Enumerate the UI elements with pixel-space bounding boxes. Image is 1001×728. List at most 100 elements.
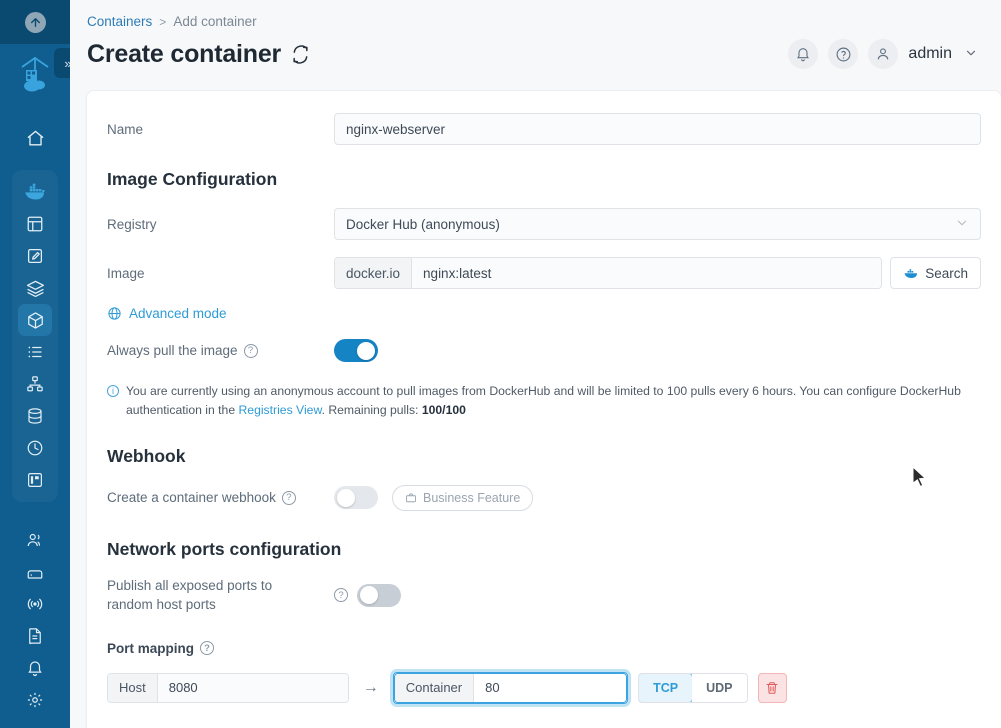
webhook-label-group: Create a container webhook ? xyxy=(107,490,334,505)
trash-icon xyxy=(766,682,778,694)
toggle-knob xyxy=(357,341,375,360)
sidebar: » xyxy=(0,0,70,728)
header-actions: admin xyxy=(788,39,984,69)
registries-view-link[interactable]: Registries View xyxy=(238,403,321,417)
always-pull-label: Always pull the image xyxy=(107,343,238,358)
breadcrumb-current: Add container xyxy=(173,14,257,29)
sidebar-item-events[interactable] xyxy=(18,432,52,464)
sidebar-item-host[interactable] xyxy=(18,464,52,496)
help-icon[interactable]: ? xyxy=(200,641,214,656)
refresh-sync-icon[interactable] xyxy=(291,44,310,64)
sidebar-item-stacks[interactable] xyxy=(18,272,52,304)
mapping-arrow-icon: → xyxy=(362,678,379,696)
avatar[interactable] xyxy=(868,39,899,69)
registry-selected-value: Docker Hub (anonymous) xyxy=(346,216,500,232)
delete-port-mapping-button[interactable] xyxy=(757,672,787,703)
sidebar-item-images[interactable] xyxy=(18,336,52,368)
sidebar-environment-group xyxy=(12,170,58,502)
image-configuration-title: Image Configuration xyxy=(107,169,278,189)
notifications-button[interactable] xyxy=(788,39,819,69)
briefcase-icon xyxy=(405,492,417,504)
broadcast-icon xyxy=(27,598,43,610)
create-container-form-card: Name Image Configuration Registry Docker… xyxy=(86,90,1001,728)
container-port-focus-ring: Container xyxy=(392,671,629,704)
layers-icon xyxy=(26,280,44,297)
always-pull-toggle[interactable] xyxy=(334,339,378,362)
publish-label-line2: random host ports xyxy=(107,597,216,613)
home-icon xyxy=(27,130,43,146)
question-circle-icon xyxy=(836,47,851,61)
toggle-knob xyxy=(336,488,355,507)
users-icon xyxy=(27,533,41,547)
help-icon[interactable]: ? xyxy=(281,490,296,505)
sidebar-bottom-group xyxy=(12,516,58,716)
breadcrumb-parent-link[interactable]: Containers xyxy=(87,14,152,29)
sidebar-item-app-templates[interactable] xyxy=(18,240,52,272)
port-mapping-label-group: Port mapping ? xyxy=(107,641,334,656)
protocol-tcp-button[interactable]: TCP xyxy=(639,673,694,702)
host-label: Host xyxy=(108,673,158,702)
sidebar-item-registries[interactable] xyxy=(18,588,52,620)
publish-label-line1: Publish all exposed ports to xyxy=(107,577,273,593)
port-mapping-label: Port mapping xyxy=(107,640,194,656)
document-icon xyxy=(29,628,41,645)
container-port-input[interactable] xyxy=(474,673,627,702)
main-content: Containers > Add container Create contai… xyxy=(70,0,1001,728)
publish-all-ports-toggle[interactable] xyxy=(357,583,401,607)
webhook-row: Create a container webhook ? Business Fe… xyxy=(87,484,1001,511)
note-text-part2: . Remaining pulls: xyxy=(321,402,422,417)
image-input[interactable] xyxy=(412,258,882,288)
server-icon xyxy=(27,570,43,579)
webhook-title: Webhook xyxy=(107,445,186,466)
sidebar-item-logs[interactable] xyxy=(18,620,52,652)
host-port-group: Host xyxy=(107,672,349,703)
webhook-toggle[interactable] xyxy=(334,486,378,510)
port-mapping-row: Host → Container TCP UDP xyxy=(87,671,1001,704)
chevron-down-icon xyxy=(955,216,969,233)
sidebar-item-environments[interactable] xyxy=(18,556,52,588)
always-pull-label-group: Always pull the image ? xyxy=(107,343,334,358)
publish-all-ports-label: Publish all exposed ports to random host… xyxy=(107,576,334,615)
docker-whale-icon xyxy=(903,267,919,279)
anonymous-pull-note: i You are currently using an anonymous a… xyxy=(87,382,1001,420)
protocol-udp-button[interactable]: UDP xyxy=(692,673,747,702)
registry-label: Registry xyxy=(107,216,157,232)
always-pull-row: Always pull the image ? xyxy=(87,339,1001,362)
layout-dashboard-icon xyxy=(27,216,43,232)
sidebar-item-docker-environment[interactable] xyxy=(18,176,52,208)
sidebar-item-volumes[interactable] xyxy=(18,400,52,432)
sidebar-item-settings[interactable] xyxy=(18,684,52,716)
page-header: Create container admin xyxy=(70,29,1001,69)
port-mapping-label-row: Port mapping ? xyxy=(87,641,1001,656)
help-icon[interactable]: ? xyxy=(243,343,258,358)
webhook-label: Create a container webhook xyxy=(107,490,276,506)
host-port-input[interactable] xyxy=(157,673,348,702)
advanced-mode-link[interactable]: Advanced mode xyxy=(87,306,1001,321)
help-icon[interactable]: ? xyxy=(334,588,348,603)
remaining-pulls-value: 100/100 xyxy=(421,402,466,417)
arrow-up-circle-icon[interactable] xyxy=(24,11,46,33)
page-title: Create container xyxy=(87,39,282,68)
sidebar-item-networks[interactable] xyxy=(18,368,52,400)
dashboard-panel-icon xyxy=(28,473,42,487)
protocol-group: TCP UDP xyxy=(638,672,748,703)
sidebar-top-bar xyxy=(0,0,70,44)
help-button[interactable] xyxy=(828,39,859,69)
sidebar-item-users[interactable] xyxy=(18,524,52,556)
sidebar-item-containers[interactable] xyxy=(18,304,52,336)
network-ports-title: Network ports configuration xyxy=(107,538,342,559)
container-port-group: Container xyxy=(393,672,628,703)
name-input[interactable] xyxy=(334,113,981,145)
registry-select[interactable]: Docker Hub (anonymous) xyxy=(334,208,981,240)
business-feature-badge[interactable]: Business Feature xyxy=(392,484,534,511)
globe-icon xyxy=(107,306,122,321)
clock-icon xyxy=(27,440,43,456)
chevron-down-icon[interactable] xyxy=(964,46,978,63)
name-label: Name xyxy=(107,121,144,137)
user-name[interactable]: admin xyxy=(908,45,952,63)
sidebar-item-dashboard[interactable] xyxy=(18,208,52,240)
sidebar-item-home[interactable] xyxy=(18,122,52,154)
sidebar-item-notifications[interactable] xyxy=(18,652,52,684)
sidebar-collapse-button[interactable]: » xyxy=(54,48,70,78)
search-image-button[interactable]: Search xyxy=(890,257,981,289)
